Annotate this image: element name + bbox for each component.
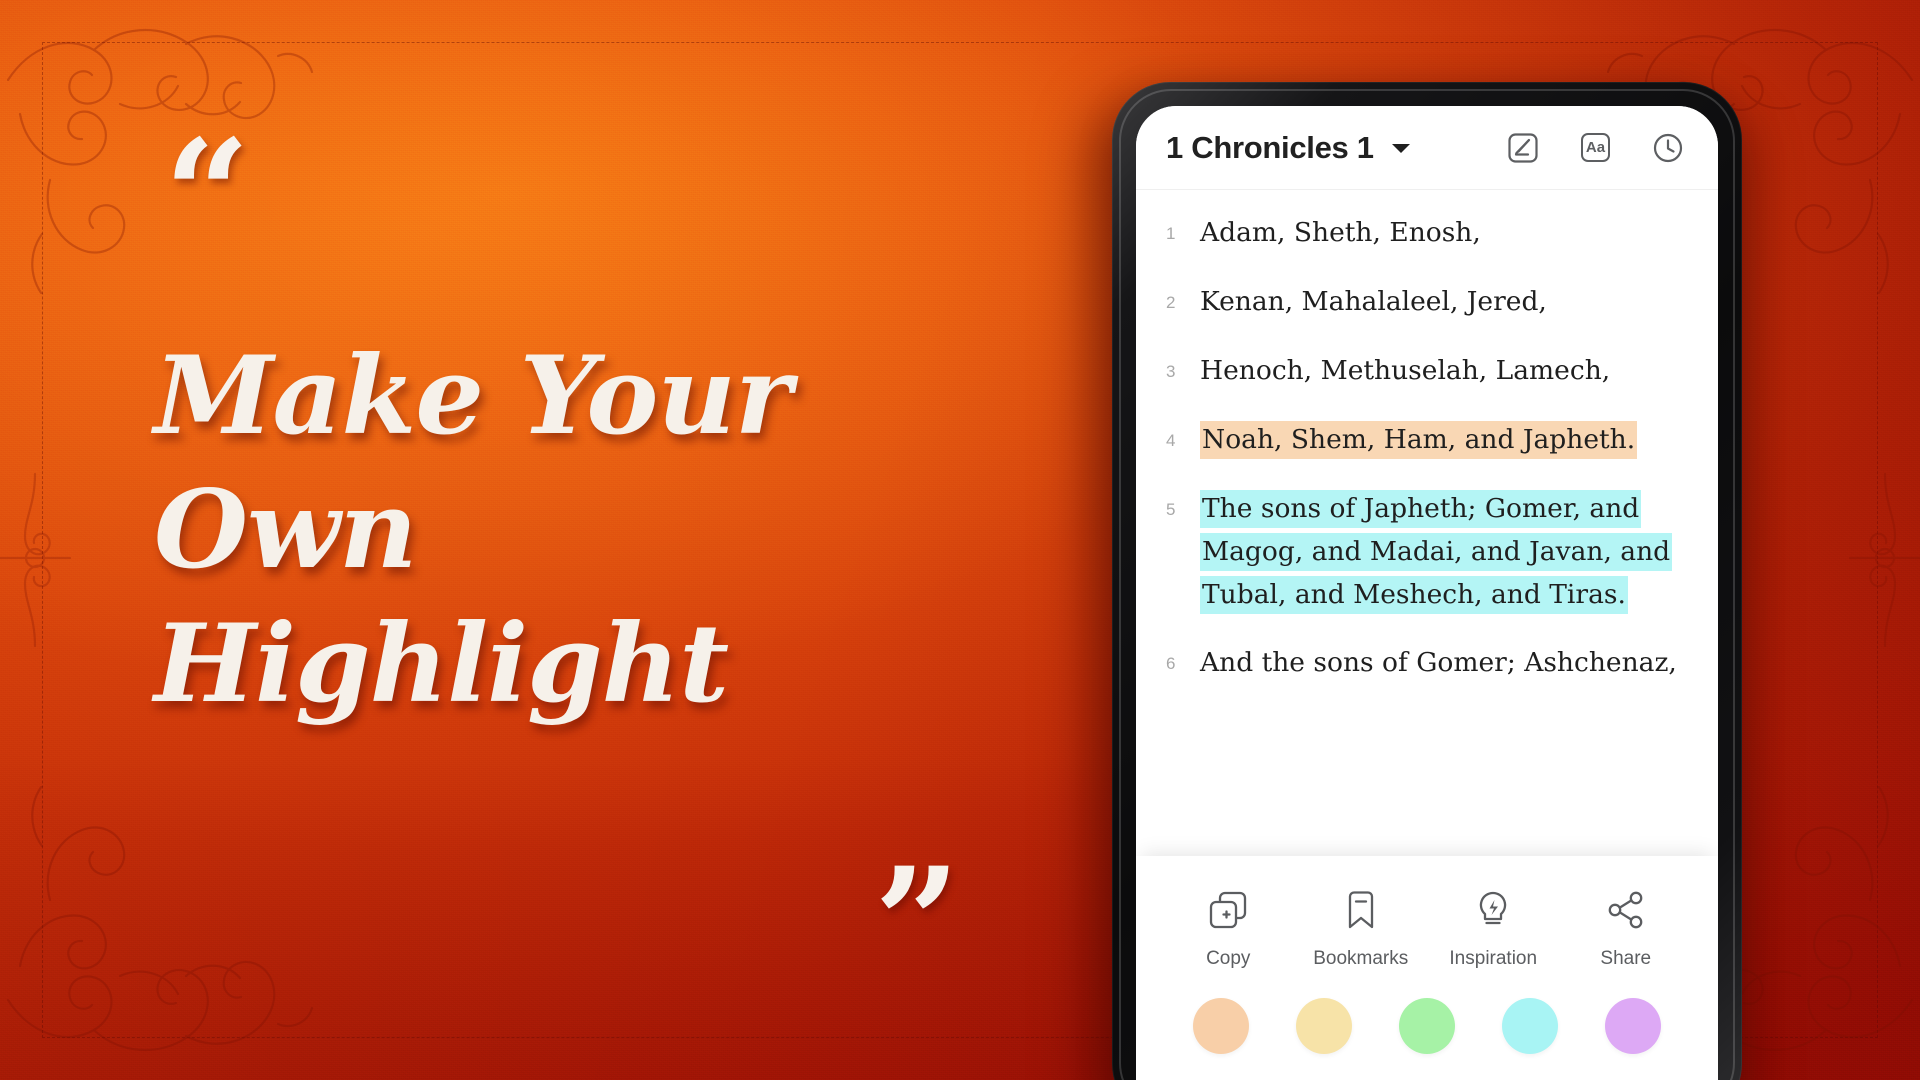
highlight-action-sheet: Copy Bookmarks Inspiration Share xyxy=(1136,856,1718,1080)
page-title: Make Your Own Highlight xyxy=(154,330,984,732)
verse-number: 2 xyxy=(1166,292,1176,312)
color-swatch-purple[interactable] xyxy=(1604,998,1661,1054)
phone-mockup: 1 Chronicles 1 Aa 1 Adam, Sheth, Enosh, … xyxy=(1112,82,1742,1080)
verse-text[interactable]: And the sons of Gomer; Ashchenaz, xyxy=(1200,642,1688,685)
verse-row[interactable]: 4 Noah, Shem, Ham, and Japheth. xyxy=(1166,419,1688,462)
color-swatch-peach[interactable] xyxy=(1193,998,1250,1054)
verse-text[interactable]: Noah, Shem, Ham, and Japheth. xyxy=(1200,419,1688,462)
highlight-color-palette xyxy=(1136,970,1718,1054)
action-row: Copy Bookmarks Inspiration Share xyxy=(1136,882,1718,970)
inspiration-button[interactable]: Inspiration xyxy=(1435,888,1551,970)
verse-number: 3 xyxy=(1166,361,1176,381)
font-size-icon-label: Aa xyxy=(1581,133,1610,162)
verse-text[interactable]: Henoch, Methuselah, Lamech, xyxy=(1200,350,1688,393)
color-swatch-cyan[interactable] xyxy=(1501,998,1558,1054)
verse-row[interactable]: 1 Adam, Sheth, Enosh, xyxy=(1166,212,1688,255)
headline-line-2: Own xyxy=(154,466,418,593)
verse-text[interactable]: Adam, Sheth, Enosh, xyxy=(1200,212,1688,255)
bookmarks-button[interactable]: Bookmarks xyxy=(1303,888,1419,970)
share-nodes-icon xyxy=(1605,888,1647,932)
copy-plus-icon xyxy=(1207,888,1249,932)
promo-copy-block: “ Make Your Own Highlight ” xyxy=(152,107,1032,998)
copy-label: Copy xyxy=(1206,948,1251,969)
verse-row[interactable]: 2 Kenan, Mahalaleel, Jered, xyxy=(1166,281,1688,324)
headline-line-1: Make Your xyxy=(154,333,792,459)
verse-text[interactable]: Kenan, Mahalaleel, Jered, xyxy=(1200,281,1688,324)
bookmark-minus-icon xyxy=(1340,888,1382,932)
share-button[interactable]: Share xyxy=(1568,888,1684,970)
verse-number: 5 xyxy=(1166,499,1176,519)
clock-history-icon[interactable] xyxy=(1652,132,1684,164)
color-swatch-green[interactable] xyxy=(1398,998,1455,1054)
app-header: 1 Chronicles 1 Aa xyxy=(1136,106,1718,190)
verse-text[interactable]: The sons of Japheth; Gomer, and Magog, a… xyxy=(1200,488,1688,617)
headline-line-3: Highlight xyxy=(154,600,729,727)
verse-row[interactable]: 3 Henoch, Methuselah, Lamech, xyxy=(1166,350,1688,393)
verse-highlight[interactable]: Noah, Shem, Ham, and Japheth. xyxy=(1200,420,1638,459)
book-chapter-title: 1 Chronicles 1 xyxy=(1166,129,1374,165)
font-size-icon[interactable]: Aa xyxy=(1581,133,1610,162)
opening-quote-mark: “ xyxy=(164,107,250,283)
header-actions: Aa xyxy=(1507,132,1692,164)
inspiration-label: Inspiration xyxy=(1449,948,1538,969)
verse-number: 4 xyxy=(1166,430,1176,450)
color-swatch-yellow[interactable] xyxy=(1296,998,1353,1054)
verse-number: 6 xyxy=(1166,654,1176,674)
verse-row[interactable]: 5 The sons of Japheth; Gomer, and Magog, … xyxy=(1166,488,1688,617)
share-label: Share xyxy=(1600,948,1652,969)
lightbulb-bolt-icon xyxy=(1472,888,1514,932)
phone-screen: 1 Chronicles 1 Aa 1 Adam, Sheth, Enosh, … xyxy=(1136,106,1718,1080)
copy-button[interactable]: Copy xyxy=(1170,888,1286,970)
closing-quote-mark: ” xyxy=(874,835,960,1011)
verse-row[interactable]: 6 And the sons of Gomer; Ashchenaz, xyxy=(1166,642,1688,685)
verse-highlight[interactable]: The sons of Japheth; Gomer, and Magog, a… xyxy=(1200,489,1673,614)
book-chapter-selector[interactable]: 1 Chronicles 1 xyxy=(1166,130,1412,166)
chevron-down-icon xyxy=(1390,141,1412,155)
bookmarks-label: Bookmarks xyxy=(1313,948,1409,969)
verse-number: 1 xyxy=(1166,224,1176,243)
pen-edit-icon[interactable] xyxy=(1507,132,1539,164)
